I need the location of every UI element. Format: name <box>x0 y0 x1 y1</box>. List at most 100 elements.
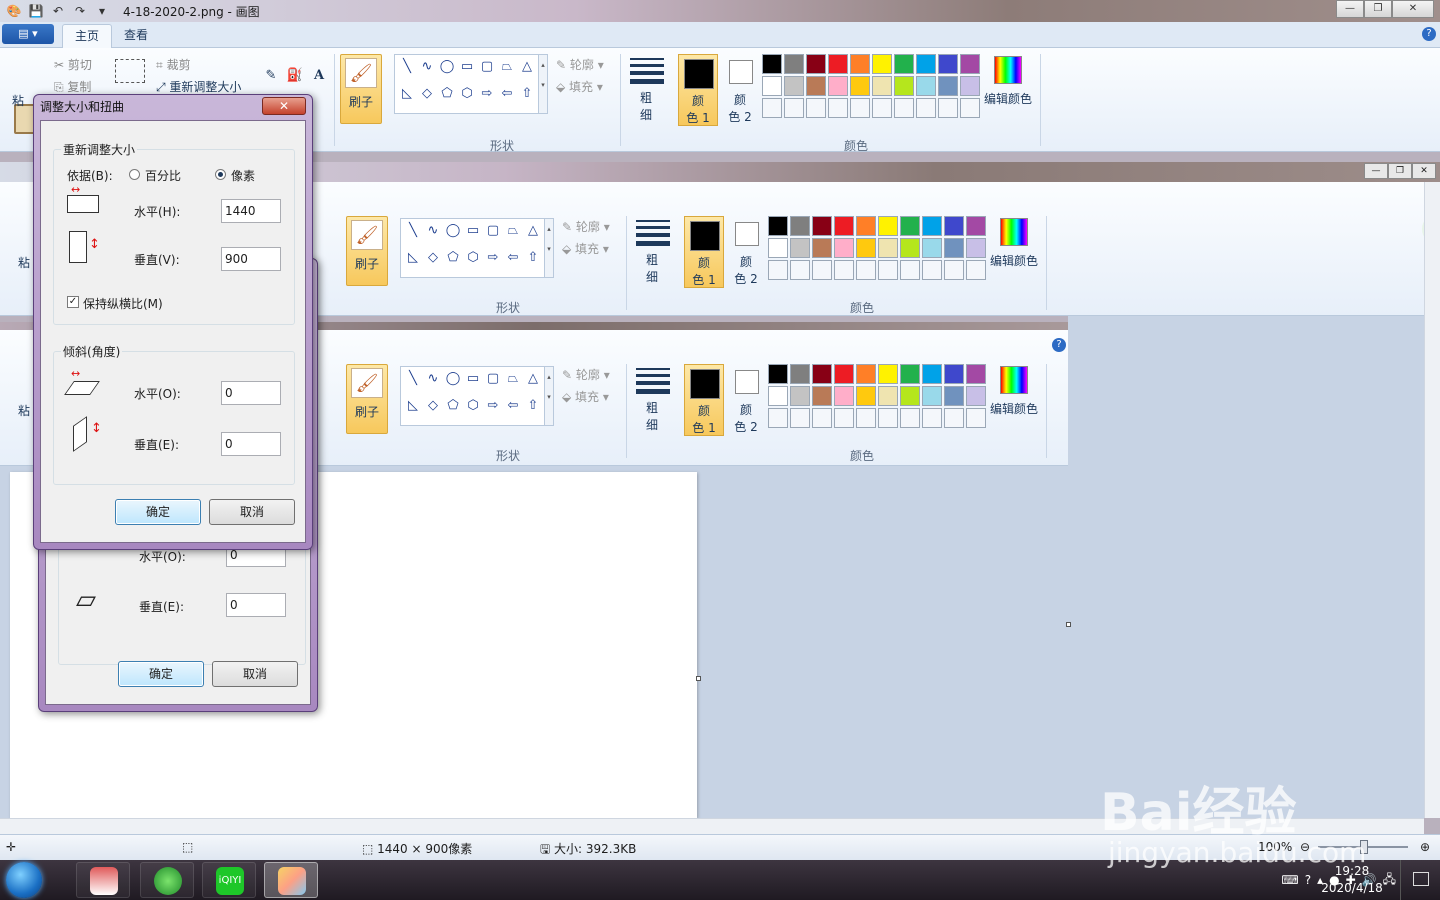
color-swatch[interactable] <box>894 54 914 74</box>
skew-h-field[interactable]: 0 <box>221 381 281 405</box>
right-arrow-shape-icon[interactable]: ⇨ <box>483 396 503 423</box>
crop-button[interactable]: ⌗ 裁剪 <box>156 56 191 73</box>
color-swatch[interactable] <box>916 76 936 96</box>
start-button[interactable] <box>6 862 42 898</box>
shapes-scroll[interactable]: ▴ ▾ <box>544 218 554 278</box>
right-triangle-shape-icon[interactable]: ◺ <box>403 396 423 423</box>
outline-button[interactable]: ✎ 轮廓 ▾ <box>556 56 604 73</box>
rectangle-shape-icon[interactable]: ▭ <box>463 369 483 396</box>
close-button[interactable]: ✕ <box>1392 0 1434 18</box>
edit-colors-button[interactable]: 编辑颜色 <box>978 56 1038 107</box>
color-swatch[interactable] <box>768 364 788 384</box>
color-swatch[interactable] <box>828 54 848 74</box>
rounded-rectangle-shape-icon[interactable]: ▢ <box>483 369 503 396</box>
color-swatch[interactable] <box>922 260 942 280</box>
color-swatch[interactable] <box>916 98 936 118</box>
color-swatch[interactable] <box>894 98 914 118</box>
color2-button[interactable]: 颜 色 2 <box>720 54 760 126</box>
pentagon-shape-icon[interactable]: ⬠ <box>443 396 463 423</box>
color-swatch[interactable] <box>790 386 810 406</box>
color-swatch[interactable] <box>812 216 832 236</box>
color-swatch[interactable] <box>966 260 986 280</box>
vertical-field[interactable]: 900 <box>221 247 281 271</box>
color-swatch[interactable] <box>900 408 920 428</box>
line-shape-icon[interactable]: ╲ <box>403 369 423 396</box>
color-swatch[interactable] <box>878 364 898 384</box>
tab-home[interactable]: 主页 <box>62 24 113 48</box>
oval-shape-icon[interactable]: ◯ <box>443 221 463 248</box>
color-swatch[interactable] <box>856 260 876 280</box>
color-swatch[interactable] <box>850 76 870 96</box>
paste-label[interactable]: 粘 <box>18 402 30 419</box>
color-swatch[interactable] <box>856 238 876 258</box>
color-swatch[interactable] <box>944 386 964 406</box>
shapes-gallery[interactable]: ╲ ∿ ◯ ▭ ▢ ⏢ △ ◺ ◇ ⬠ ⬡ ⇨ ⇦ ⇧ <box>400 366 550 426</box>
cancel-button[interactable]: 取消 <box>212 661 298 687</box>
shapes-gallery[interactable]: ╲ ∿ ◯ ▭ ▢ ⏢ △ ◺ ◇ ⬠ ⬡ ⇨ ⇦ ⇧ <box>400 218 550 278</box>
color-swatch[interactable] <box>900 386 920 406</box>
customize-qat-icon[interactable]: ▾ <box>94 3 110 19</box>
up-arrow-shape-icon[interactable]: ⇧ <box>523 396 543 423</box>
color-swatch[interactable] <box>806 54 826 74</box>
keyboard-icon[interactable]: ⌨ <box>1281 873 1298 887</box>
hexagon-shape-icon[interactable]: ⬡ <box>463 396 483 423</box>
weight-label[interactable]: 粗 细 <box>631 90 661 124</box>
color-swatch[interactable] <box>812 260 832 280</box>
color-swatch[interactable] <box>872 98 892 118</box>
canvas-resize-handle[interactable] <box>1066 622 1071 627</box>
help-tray-icon[interactable]: ? <box>1305 873 1311 887</box>
color-swatch[interactable] <box>856 408 876 428</box>
color-swatch[interactable] <box>960 54 980 74</box>
skew-v-field[interactable]: 0 <box>226 593 286 617</box>
color-swatch[interactable] <box>878 238 898 258</box>
taskbar-app-paint[interactable] <box>264 862 318 898</box>
color-swatch[interactable] <box>900 238 920 258</box>
color-swatch[interactable] <box>872 76 892 96</box>
color-swatch[interactable] <box>938 98 958 118</box>
bg-close-button[interactable]: ✕ <box>1412 163 1436 179</box>
color-swatch[interactable] <box>812 408 832 428</box>
color-swatch[interactable] <box>768 260 788 280</box>
triangle-shape-icon[interactable]: △ <box>523 221 543 248</box>
color-swatch[interactable] <box>944 216 964 236</box>
color-swatch[interactable] <box>960 98 980 118</box>
pentagon-shape-icon[interactable]: ⬠ <box>437 84 457 111</box>
text-tool-icon[interactable]: A <box>308 66 330 86</box>
color-swatch[interactable] <box>812 238 832 258</box>
color-swatch[interactable] <box>922 386 942 406</box>
minimize-button[interactable]: — <box>1336 0 1364 18</box>
color-swatch[interactable] <box>768 386 788 406</box>
color-swatch[interactable] <box>834 364 854 384</box>
fill-button[interactable]: ⬙ 填充 ▾ <box>562 388 609 405</box>
color1-button[interactable]: 颜 色 1 <box>684 364 724 436</box>
polygon-shape-icon[interactable]: ⏢ <box>503 369 523 396</box>
bg-minimize-button[interactable]: — <box>1364 163 1388 179</box>
weight-icon[interactable] <box>636 368 670 398</box>
help-icon[interactable]: ? <box>1052 338 1066 352</box>
color-swatch[interactable] <box>960 76 980 96</box>
color-swatch[interactable] <box>900 364 920 384</box>
color-swatch[interactable] <box>856 216 876 236</box>
ok-button[interactable]: 确定 <box>118 661 204 687</box>
percent-label[interactable]: 百分比 <box>145 167 181 184</box>
left-arrow-shape-icon[interactable]: ⇦ <box>503 396 523 423</box>
undo-icon[interactable]: ↶ <box>50 3 66 19</box>
maximize-button[interactable]: ❐ <box>1364 0 1392 18</box>
color-swatch[interactable] <box>938 76 958 96</box>
color1-button[interactable]: 颜 色 1 <box>678 54 718 126</box>
redo-icon[interactable]: ↷ <box>72 3 88 19</box>
color-swatch[interactable] <box>938 54 958 74</box>
diamond-shape-icon[interactable]: ◇ <box>423 248 443 275</box>
color-swatch[interactable] <box>768 216 788 236</box>
color-swatch[interactable] <box>922 238 942 258</box>
skew-v-field[interactable]: 0 <box>221 432 281 456</box>
color-swatch[interactable] <box>878 216 898 236</box>
color-swatch[interactable] <box>944 238 964 258</box>
color-swatch[interactable] <box>834 216 854 236</box>
file-menu-button[interactable]: ▤ ▾ <box>2 24 54 44</box>
color-swatch[interactable] <box>894 76 914 96</box>
shapes-scroll[interactable]: ▴ ▾ <box>544 366 554 426</box>
color-swatch[interactable] <box>806 98 826 118</box>
line-shape-icon[interactable]: ╲ <box>403 221 423 248</box>
paste-label[interactable]: 粘 <box>12 92 24 109</box>
